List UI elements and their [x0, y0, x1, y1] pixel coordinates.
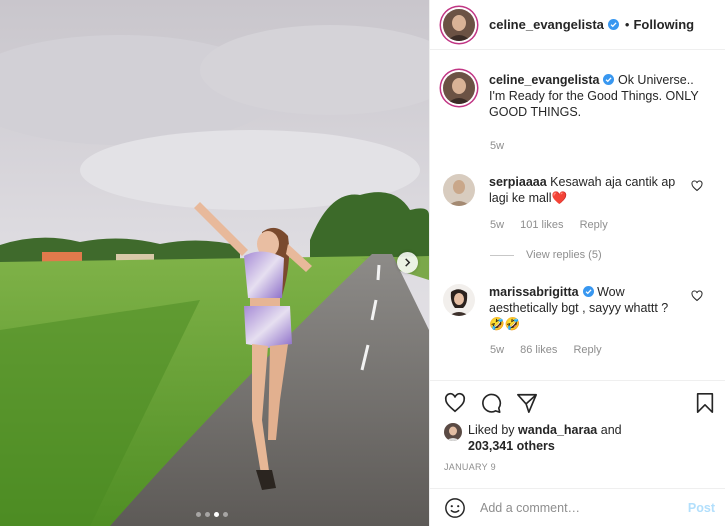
- comment-emoji: 🤣🤣: [489, 317, 521, 331]
- likes-prefix: Liked by: [468, 423, 515, 437]
- comment-item: serpiaaaa Kesawah aja cantik ap lagi ke …: [443, 174, 713, 206]
- likes-others-count[interactable]: 203,341 others: [468, 439, 555, 453]
- post-comment-button[interactable]: Post: [688, 501, 715, 515]
- header-separator: •: [624, 17, 630, 32]
- post-photo[interactable]: [0, 0, 429, 526]
- author-username[interactable]: celine_evangelista: [489, 17, 604, 32]
- following-button[interactable]: Following: [633, 17, 694, 32]
- carousel-dot: [205, 512, 210, 517]
- avatar-image: [443, 8, 475, 41]
- caption-age[interactable]: 5w: [490, 140, 504, 152]
- action-bar: [444, 392, 716, 416]
- carousel-dot-active: [214, 512, 219, 517]
- comment-text-block: marissabrigitta Wow aesthetically bgt , …: [489, 284, 679, 332]
- carousel-next-button[interactable]: [397, 252, 418, 273]
- comment-meta: 5w 101 likes Reply: [490, 219, 621, 231]
- verified-icon: [603, 74, 615, 85]
- caption-author-avatar[interactable]: [443, 72, 475, 104]
- carousel-indicator: [196, 512, 228, 517]
- comment-input[interactable]: [480, 500, 670, 515]
- photo-scene: [0, 0, 429, 526]
- verified-icon: [582, 286, 594, 297]
- add-comment-bar: Post: [430, 489, 725, 526]
- comment-icon[interactable]: [480, 392, 502, 414]
- comment-reply-button[interactable]: Reply: [580, 219, 608, 231]
- comment-likes-count[interactable]: 101 likes: [520, 219, 563, 231]
- avatar-image: [443, 284, 475, 316]
- view-replies-line: [490, 254, 514, 256]
- emoji-icon[interactable]: [444, 497, 466, 519]
- likes-summary: Liked by wanda_haraa and 203,341 others: [444, 422, 622, 454]
- caption-username[interactable]: celine_evangelista: [489, 73, 599, 87]
- liker-avatar[interactable]: [444, 423, 462, 441]
- caption-meta: 5w: [490, 140, 517, 152]
- author-avatar[interactable]: [443, 8, 475, 41]
- comment-age[interactable]: 5w: [490, 344, 504, 356]
- commenter-avatar[interactable]: [443, 174, 475, 206]
- view-replies-button[interactable]: View replies (5): [490, 249, 602, 261]
- comment-reply-button[interactable]: Reply: [573, 344, 601, 356]
- comment-like-heart-icon[interactable]: [691, 290, 703, 302]
- comment-likes-count[interactable]: 86 likes: [520, 344, 557, 356]
- verified-icon: [607, 19, 619, 30]
- carousel-dot: [196, 512, 201, 517]
- avatar-image: [444, 423, 462, 441]
- avatar-image: [443, 174, 475, 206]
- carousel-dot: [223, 512, 228, 517]
- post-caption: celine_evangelista Ok Universe.. I'm Rea…: [443, 72, 713, 120]
- post-side-panel: celine_evangelista • Following celine_ev…: [429, 0, 725, 526]
- comment-text-block: serpiaaaa Kesawah aja cantik ap lagi ke …: [489, 174, 679, 206]
- avatar-image: [443, 72, 475, 104]
- likes-text: Liked by wanda_haraa and 203,341 others: [468, 422, 622, 454]
- likes-joiner: and: [600, 423, 622, 437]
- chevron-right-icon: [405, 258, 411, 267]
- comment-age[interactable]: 5w: [490, 219, 504, 231]
- comment-emoji: ❤️: [551, 191, 568, 205]
- post-date[interactable]: JANUARY 9: [444, 462, 496, 472]
- commenter-avatar[interactable]: [443, 284, 475, 316]
- heart-icon[interactable]: [444, 392, 466, 414]
- comment-username[interactable]: serpiaaaa: [489, 175, 547, 189]
- share-icon[interactable]: [516, 392, 538, 414]
- actions-divider: [430, 380, 725, 381]
- comment-meta: 5w 86 likes Reply: [490, 344, 615, 356]
- caption-text-block: celine_evangelista Ok Universe.. I'm Rea…: [489, 72, 713, 120]
- comment-username[interactable]: marissabrigitta: [489, 285, 579, 299]
- comment-like-heart-icon[interactable]: [691, 180, 703, 192]
- view-replies-label: View replies (5): [526, 249, 602, 261]
- post-header: celine_evangelista • Following: [430, 0, 725, 50]
- bookmark-icon[interactable]: [694, 392, 716, 414]
- comment-item: marissabrigitta Wow aesthetically bgt , …: [443, 284, 713, 332]
- liker-username[interactable]: wanda_haraa: [518, 423, 597, 437]
